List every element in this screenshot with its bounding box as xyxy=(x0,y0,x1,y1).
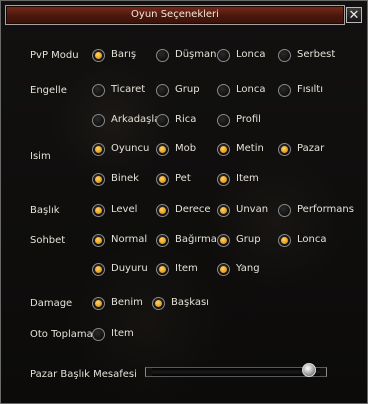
radio-unselected-icon[interactable] xyxy=(217,49,230,62)
damage-label: Damage xyxy=(30,298,73,309)
option-label: Lonca xyxy=(236,84,266,95)
radio-selected-icon[interactable] xyxy=(156,263,169,276)
market-title-distance-label: Pazar Başlık Mesafesi xyxy=(30,369,137,380)
option-label: Unvan xyxy=(236,204,269,215)
close-icon[interactable]: ✕ xyxy=(346,7,362,23)
title-bar[interactable]: Oyun Seçenekleri xyxy=(5,5,345,25)
option-label: Barış xyxy=(111,49,137,60)
radio-selected-icon[interactable] xyxy=(156,204,169,217)
option-label: Derece xyxy=(175,204,211,215)
option-label: Ticaret xyxy=(111,84,146,95)
title-label: Başlık xyxy=(30,205,60,216)
option-label: Benim xyxy=(111,297,143,308)
option-label: Oyuncu xyxy=(111,143,150,154)
radio-selected-icon[interactable] xyxy=(92,49,105,62)
option-label: Profil xyxy=(236,114,261,125)
radio-unselected-icon[interactable] xyxy=(278,49,291,62)
radio-selected-icon[interactable] xyxy=(156,173,169,186)
option-label: Serbest xyxy=(297,49,336,60)
radio-unselected-icon[interactable] xyxy=(278,204,291,217)
radio-selected-icon[interactable] xyxy=(92,173,105,186)
pvp-mode-label: PvP Modu xyxy=(30,50,79,61)
option-label: Item xyxy=(175,263,198,274)
radio-selected-icon[interactable] xyxy=(217,204,230,217)
radio-unselected-icon[interactable] xyxy=(217,84,230,97)
radio-selected-icon[interactable] xyxy=(217,234,230,247)
option-label: Düşman xyxy=(175,49,217,60)
radio-unselected-icon[interactable] xyxy=(92,328,105,341)
radio-selected-icon[interactable] xyxy=(156,234,169,247)
market-title-distance-slider[interactable] xyxy=(145,367,327,377)
radio-selected-icon[interactable] xyxy=(92,234,105,247)
auto-pickup-label: Oto Toplama xyxy=(30,329,93,340)
block-label: Engelle xyxy=(30,85,67,96)
option-label: Duyuru xyxy=(111,263,148,274)
window-title: Oyun Seçenekleri xyxy=(131,9,219,20)
radio-unselected-icon[interactable] xyxy=(92,114,105,127)
radio-selected-icon[interactable] xyxy=(92,297,105,310)
radio-unselected-icon[interactable] xyxy=(156,84,169,97)
option-label: Başkası xyxy=(171,297,209,308)
radio-unselected-icon[interactable] xyxy=(156,49,169,62)
radio-unselected-icon[interactable] xyxy=(217,114,230,127)
option-label: Yang xyxy=(236,263,260,274)
radio-selected-icon[interactable] xyxy=(156,143,169,156)
option-label: Binek xyxy=(111,173,139,184)
radio-selected-icon[interactable] xyxy=(92,263,105,276)
option-label: Bağırma xyxy=(175,234,217,245)
radio-selected-icon[interactable] xyxy=(152,297,165,310)
radio-selected-icon[interactable] xyxy=(278,143,291,156)
name-label: Isim xyxy=(30,151,51,162)
option-label: Performans xyxy=(297,204,354,215)
radio-selected-icon[interactable] xyxy=(217,143,230,156)
option-label: Item xyxy=(236,173,259,184)
chat-label: Sohbet xyxy=(30,235,66,246)
radio-selected-icon[interactable] xyxy=(217,173,230,186)
radio-unselected-icon[interactable] xyxy=(156,114,169,127)
option-label: Fısıltı xyxy=(297,84,323,95)
radio-selected-icon[interactable] xyxy=(92,204,105,217)
radio-selected-icon[interactable] xyxy=(278,234,291,247)
option-label: Mob xyxy=(175,143,197,154)
option-label: Lonca xyxy=(297,234,327,245)
option-label: Metin xyxy=(236,143,264,154)
option-label: Pazar xyxy=(297,143,325,154)
option-label: Rica xyxy=(175,114,197,125)
option-label: Normal xyxy=(111,234,148,245)
option-label: Item xyxy=(111,328,134,339)
radio-unselected-icon[interactable] xyxy=(92,84,105,97)
option-label: Level xyxy=(111,204,138,215)
option-label: Pet xyxy=(175,173,191,184)
radio-unselected-icon[interactable] xyxy=(278,84,291,97)
option-label: Grup xyxy=(236,234,261,245)
radio-selected-icon[interactable] xyxy=(92,143,105,156)
option-label: Grup xyxy=(175,84,200,95)
slider-handle[interactable] xyxy=(302,363,317,377)
option-label: Lonca xyxy=(236,49,266,60)
radio-selected-icon[interactable] xyxy=(217,263,230,276)
